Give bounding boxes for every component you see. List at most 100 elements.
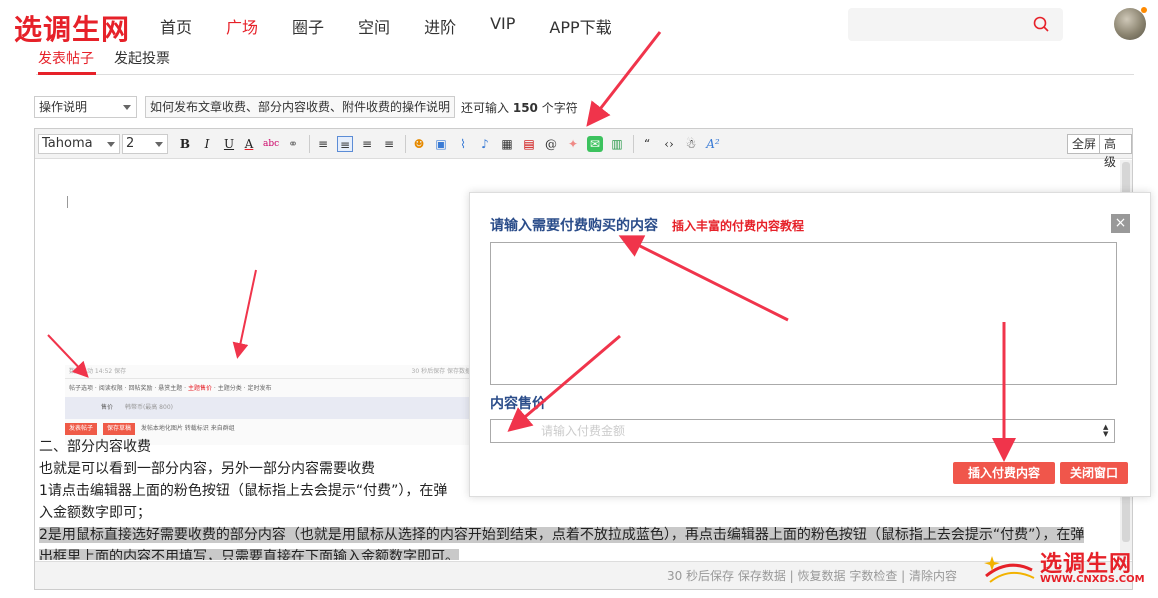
- media-icon[interactable]: ▥: [609, 136, 625, 152]
- embedded-tab: 主题分类: [217, 385, 242, 392]
- nav-vip[interactable]: VIP: [490, 14, 515, 38]
- nav-advance[interactable]: 进阶: [424, 14, 456, 38]
- site-logo[interactable]: 选调生网: [14, 8, 130, 48]
- content-line: 二、部分内容收费: [39, 439, 151, 455]
- font-family-select[interactable]: Tahoma: [38, 134, 120, 154]
- selected-text: 出框里上面的内容不用填写，只需要直接在下面输入金额数字即可。: [39, 549, 459, 560]
- char-remaining: 还可输入 150 个字符: [461, 99, 578, 116]
- content-line: 入金额数字即可；: [39, 505, 151, 521]
- italic-icon[interactable]: I: [199, 136, 215, 152]
- search-icon[interactable]: [1033, 16, 1049, 32]
- close-icon[interactable]: ×: [1111, 214, 1130, 233]
- tab-poll[interactable]: 发起投票: [114, 48, 170, 68]
- chevron-down-icon: [123, 105, 131, 110]
- content-line-selected: 出框里上面的内容不用填写，只需要直接在下面输入金额数字即可。: [39, 546, 459, 560]
- toolbar-separator: [309, 135, 310, 153]
- insert-paid-content-button[interactable]: 插入付费内容: [953, 462, 1055, 484]
- embedded-price-row: 售价 韩幣币(最高 800): [65, 397, 475, 419]
- embedded-tab: 阅读权限: [98, 385, 123, 392]
- paid-content-textarea[interactable]: [490, 242, 1117, 385]
- content-line-selected: 2是用鼠标直接选好需要收费的部分内容（也就是用鼠标从选择的内容开始到结束，点着不…: [39, 524, 1085, 546]
- watermark: 选调生网 WWW.CNXDS.COM: [980, 546, 1150, 596]
- embedded-tab: 帖子选项: [69, 385, 94, 392]
- qq-icon[interactable]: ☃: [683, 136, 699, 152]
- font-size-value: 2: [126, 136, 135, 151]
- editor-toolbar: Tahoma 2 B I U A abc ⚭ ≡ ≡ ≡ ≡ ☻ ▣ ⌇ ♪ ▦…: [35, 129, 1132, 169]
- pay-icon[interactable]: ✦: [565, 136, 581, 152]
- remain-prefix: 还可输入: [461, 100, 510, 115]
- embedded-post-button: 发表帖子: [65, 423, 98, 435]
- link-icon[interactable]: ⚭: [285, 136, 301, 152]
- code-icon[interactable]: ‹›: [661, 136, 677, 152]
- content-line: 1请点击编辑器上面的粉色按钮（鼠标指上去会提示“付费”），在弹: [39, 483, 448, 499]
- nav-space[interactable]: 空间: [358, 14, 390, 38]
- superscript-icon[interactable]: A²: [705, 136, 721, 152]
- category-select[interactable]: 操作说明: [34, 96, 137, 118]
- align-justify-icon[interactable]: ≡: [315, 136, 331, 152]
- chevron-down-icon: [155, 142, 163, 147]
- editor-status-bar: 30 秒后保存 保存数据 | 恢复数据 字数检查 | 清除内容: [35, 561, 1132, 589]
- highlight-icon[interactable]: abc: [263, 136, 279, 152]
- advanced-button[interactable]: 高级: [1099, 134, 1132, 169]
- content-line: 也就是可以看到一部分内容，另外一部分内容需要收费: [39, 461, 375, 477]
- wechat-icon[interactable]: ✉: [587, 136, 603, 152]
- align-center-icon[interactable]: ≡: [359, 136, 375, 152]
- embedded-tab: 主题售价: [188, 385, 213, 392]
- embedded-price-value: 韩幣币(最高 800): [124, 404, 173, 411]
- bold-icon[interactable]: B: [177, 136, 193, 152]
- at-icon[interactable]: @: [543, 136, 559, 152]
- attachment-icon[interactable]: ⌇: [455, 136, 471, 152]
- flash-icon[interactable]: ▤: [521, 136, 537, 152]
- howto-link[interactable]: 如何发布文章收费、部分内容收费、附件收费的操作说明: [145, 96, 456, 118]
- nav-home[interactable]: 首页: [160, 14, 192, 38]
- chevron-down-icon: [107, 142, 115, 147]
- emoji-icon[interactable]: ☻: [411, 136, 427, 152]
- search-input[interactable]: [848, 8, 1063, 41]
- embedded-tab: 定时发布: [247, 385, 272, 392]
- remain-suffix: 个字符: [541, 100, 578, 115]
- music-icon[interactable]: ♪: [477, 136, 493, 152]
- notification-dot: [1141, 7, 1147, 13]
- text-caret: [67, 196, 68, 208]
- post-meta-row: 操作说明 如何发布文章收费、部分内容收费、附件收费的操作说明 还可输入 150 …: [34, 95, 578, 119]
- embedded-tab: 回帖奖励: [128, 385, 153, 392]
- nav-circle[interactable]: 圈子: [292, 14, 324, 38]
- align-right-icon[interactable]: ≡: [381, 136, 397, 152]
- selected-text: 2是用鼠标直接选好需要收费的部分内容（也就是用鼠标从选择的内容开始到结束，点着不…: [39, 527, 1085, 543]
- embedded-autosave-text: 数据自动 14:52 保存: [69, 368, 127, 375]
- embedded-tab: 悬赏主题: [158, 385, 183, 392]
- tab-post[interactable]: 发表帖子: [38, 48, 94, 68]
- stepper-icon[interactable]: ▲ ▼: [1103, 424, 1111, 438]
- video-icon[interactable]: ▦: [499, 136, 515, 152]
- font-size-select[interactable]: 2: [122, 134, 168, 154]
- toolbar-separator: [633, 135, 634, 153]
- watermark-logo-icon: [984, 556, 1035, 583]
- image-icon[interactable]: ▣: [433, 136, 449, 152]
- nav-square[interactable]: 广场: [226, 14, 258, 38]
- font-family-value: Tahoma: [42, 136, 93, 151]
- price-placeholder: 请输入付费金额: [541, 424, 626, 438]
- embedded-option-tabs: 帖子选项 · 阅读权限 · 回帖奖励 · 悬赏主题 · 主题售价 · 主题分类 …: [69, 385, 272, 392]
- underline-icon[interactable]: U: [221, 136, 237, 152]
- post-type-tabs: 发表帖子 发起投票: [36, 48, 1134, 75]
- embedded-draft-button: 保存草稿: [102, 423, 135, 435]
- main-nav: 首页 广场 圈子 空间 进阶 VIP APP下载: [160, 14, 646, 38]
- remain-count: 150: [512, 100, 538, 115]
- active-tab-indicator: [38, 72, 96, 75]
- price-input[interactable]: 请输入付费金额 ▲ ▼: [490, 419, 1115, 443]
- top-nav-bar: 选调生网 首页 广场 圈子 空间 进阶 VIP APP下载: [0, 0, 1158, 50]
- help-tutorial-link[interactable]: 插入丰富的付费内容教程: [672, 217, 804, 234]
- nav-app-download[interactable]: APP下载: [549, 14, 611, 38]
- embedded-autosave-bar: 数据自动 14:52 保存 30 秒后保存 保存数据: [65, 365, 475, 379]
- quote-icon[interactable]: “: [639, 136, 655, 152]
- user-avatar[interactable]: [1114, 8, 1146, 40]
- close-dialog-button[interactable]: 关闭窗口: [1060, 462, 1128, 484]
- price-label: 内容售价: [490, 396, 546, 412]
- embedded-screenshot: 数据自动 14:52 保存 30 秒后保存 保存数据 帖子选项 · 阅读权限 ·…: [65, 365, 475, 445]
- fullscreen-button[interactable]: 全屏: [1067, 134, 1102, 154]
- pay-content-dialog: 请输入需要付费购买的内容 插入丰富的付费内容教程 × 内容售价 请输入付费金额 …: [469, 192, 1151, 497]
- toolbar-separator: [405, 135, 406, 153]
- align-left-icon[interactable]: ≡: [337, 136, 353, 152]
- dialog-title: 请输入需要付费购买的内容: [490, 218, 658, 234]
- font-color-icon[interactable]: A: [241, 136, 257, 152]
